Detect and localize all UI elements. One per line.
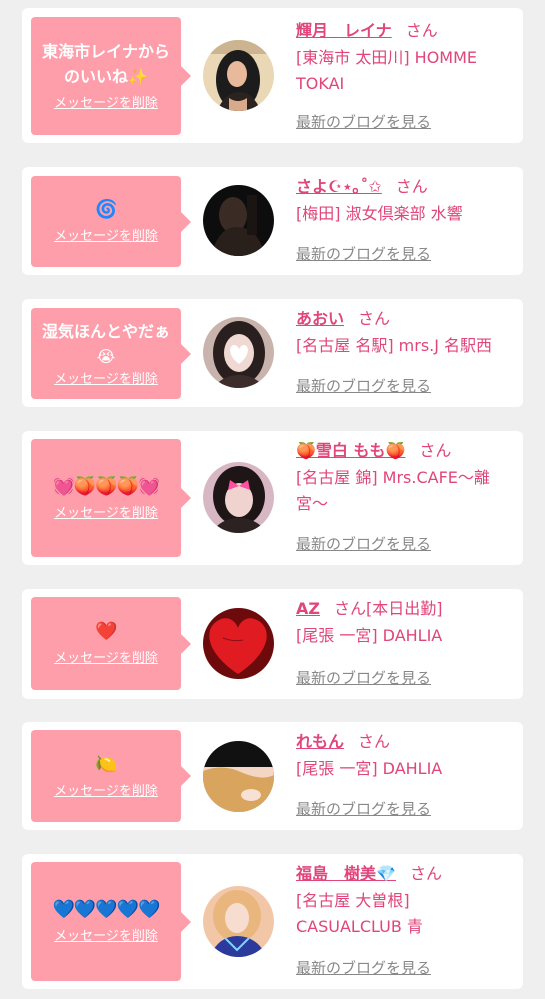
- message-bubble: 🍋 メッセージを削除: [31, 730, 191, 822]
- delete-message-button[interactable]: メッセージを削除: [54, 783, 158, 801]
- like-message-list: 東海市レイナから のいいね✨ メッセージを削除 輝月 レイナ さん [東海市 太田…: [0, 0, 545, 999]
- list-item: 東海市レイナから のいいね✨ メッセージを削除 輝月 レイナ さん [東海市 太田…: [22, 8, 523, 143]
- avatar[interactable]: [203, 886, 274, 957]
- latest-blog-link[interactable]: 最新のブログを見る: [296, 668, 431, 688]
- honorific-label: さん: [405, 21, 438, 40]
- delete-message-button[interactable]: メッセージを削除: [54, 928, 158, 946]
- message-text: 東海市レイナから のいいね✨: [42, 42, 170, 86]
- list-item: ❤️ メッセージを削除 AZ さん[本日出勤] [尾張 一宮] DAHLIA 最新…: [22, 589, 523, 699]
- shop-info: [尾張 一宮] DAHLIA: [296, 626, 443, 645]
- shop-info: [名古屋 錦] Mrs.CAFE〜離宮〜: [296, 468, 490, 513]
- delete-message-button[interactable]: メッセージを削除: [54, 650, 158, 668]
- avatar-red-heart-icon: [203, 608, 274, 679]
- delete-message-button[interactable]: メッセージを削除: [54, 371, 158, 389]
- latest-blog-link[interactable]: 最新のブログを見る: [296, 376, 431, 396]
- list-item: 🍋 メッセージを削除 れもん さん [尾張 一宮] DAHLIA 最新のブログを見…: [22, 722, 523, 830]
- latest-blog-link[interactable]: 最新のブログを見る: [296, 534, 431, 554]
- message-text: 🍋: [95, 753, 117, 775]
- honorific-label: さん: [409, 864, 442, 883]
- list-item: 🌀 メッセージを削除 さよ☪︎⋆｡˚✩ さん [梅田] 淑女倶楽部 水響 最新のブ…: [22, 167, 523, 275]
- shop-info: [名古屋 名駅] mrs.J 名駅西: [296, 336, 493, 355]
- list-item: 💓🍑🍑🍑💓 メッセージを削除 🍑雪白 もも🍑 さん [名古屋 錦] Mrs.CAF…: [22, 431, 523, 565]
- girl-name-link[interactable]: あおい: [296, 309, 344, 328]
- latest-blog-link[interactable]: 最新のブログを見る: [296, 244, 431, 264]
- message-text: 湿気ほんとやだぁ 😭: [41, 321, 170, 366]
- delete-message-button[interactable]: メッセージを削除: [54, 228, 158, 246]
- delete-message-button[interactable]: メッセージを削除: [54, 95, 158, 113]
- shop-info: [東海市 太田川] HOMME TOKAI: [296, 48, 478, 93]
- avatar[interactable]: [203, 40, 274, 111]
- avatar[interactable]: [203, 185, 274, 256]
- message-bubble: ❤️ メッセージを削除: [31, 597, 191, 690]
- avatar[interactable]: [203, 462, 274, 533]
- message-bubble: 💙💙💙💙💙 メッセージを削除: [31, 862, 191, 981]
- girl-name-link[interactable]: 🍑雪白 もも🍑: [296, 441, 405, 460]
- message-text: 💓🍑🍑🍑💓: [52, 475, 160, 497]
- avatar[interactable]: [203, 317, 274, 388]
- delete-message-button[interactable]: メッセージを削除: [54, 505, 158, 523]
- honorific-label: さん: [358, 732, 391, 751]
- list-item: 湿気ほんとやだぁ 😭 メッセージを削除 あおい さん [名古屋 名駅] mrs.J…: [22, 299, 523, 407]
- message-text: 💙💙💙💙💙: [52, 899, 160, 920]
- shop-info: [名古屋 大曽根] CASUALCLUB 青: [296, 891, 423, 936]
- avatar-silhouette-dark-icon: [203, 185, 274, 256]
- message-bubble: 湿気ほんとやだぁ 😭 メッセージを削除: [31, 308, 191, 399]
- avatar-woman-blonde-icon: [203, 741, 274, 812]
- honorific-label: さん: [419, 441, 452, 460]
- avatar[interactable]: [203, 608, 274, 679]
- avatar[interactable]: [203, 741, 274, 812]
- honorific-label: さん[本日出勤]: [333, 599, 443, 618]
- avatar-woman-pink-butterfly-icon: [203, 462, 274, 533]
- avatar-woman-heart-face-icon: [203, 317, 274, 388]
- message-bubble: 東海市レイナから のいいね✨ メッセージを削除: [31, 17, 191, 135]
- honorific-label: さん: [395, 177, 428, 196]
- girl-name-link[interactable]: れもん: [296, 732, 344, 751]
- honorific-label: さん: [358, 309, 391, 328]
- latest-blog-link[interactable]: 最新のブログを見る: [296, 958, 431, 978]
- latest-blog-link[interactable]: 最新のブログを見る: [296, 112, 431, 132]
- girl-name-link[interactable]: さよ☪︎⋆｡˚✩: [296, 177, 382, 196]
- message-bubble: 🌀 メッセージを削除: [31, 176, 191, 267]
- avatar-woman-dark-hair-icon: [203, 40, 274, 111]
- shop-info: [尾張 一宮] DAHLIA: [296, 759, 443, 778]
- message-text: 🌀: [95, 199, 117, 220]
- avatar-woman-blue-dress-icon: [203, 886, 274, 957]
- shop-info: [梅田] 淑女倶楽部 水響: [296, 204, 463, 223]
- girl-name-link[interactable]: 福島 樹美💎: [296, 864, 396, 883]
- girl-name-link[interactable]: AZ: [296, 599, 320, 618]
- message-text: ❤️: [95, 621, 117, 642]
- message-bubble: 💓🍑🍑🍑💓 メッセージを削除: [31, 439, 191, 557]
- list-item: 💙💙💙💙💙 メッセージを削除 福島 樹美💎 さん [名古屋 大曽根] CASUAL…: [22, 854, 523, 989]
- latest-blog-link[interactable]: 最新のブログを見る: [296, 799, 431, 819]
- girl-name-link[interactable]: 輝月 レイナ: [296, 21, 392, 40]
